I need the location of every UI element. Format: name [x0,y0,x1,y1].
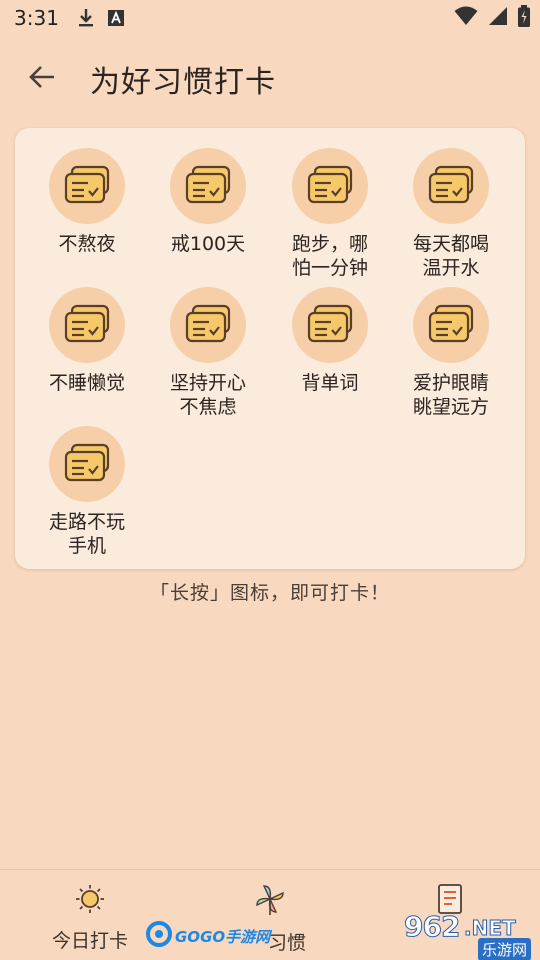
habit-icon-circle [49,148,125,224]
battery-charging-icon [518,4,530,32]
habit-icon-circle [49,426,125,502]
habit-icon-circle [413,287,489,363]
habit-item-warm-water[interactable]: 每天都喝温开水 [391,148,511,280]
nav-label: 今日打卡 [51,930,128,952]
long-press-hint: 「长按」图标，即可打卡！ [149,582,390,604]
gogo-logo-icon [146,921,172,951]
ticket-check-icon [62,163,112,209]
habit-label: 爱护眼睛眺望远方 [412,372,489,418]
sun-icon [75,884,105,918]
ticket-check-icon [183,163,233,209]
habit-item-no-sleep-in[interactable]: 不睡懒觉 [27,287,147,395]
download-icon [77,8,95,28]
habit-label: 跑步，哪怕一分钟 [291,233,368,279]
habit-icon-circle [170,148,246,224]
gogo-watermark: GOGO手游网 [146,921,271,951]
962-watermark: 962 .NET 乐游网 [400,908,540,960]
habit-label: 每天都喝温开水 [412,233,489,279]
ticket-check-icon [62,302,112,348]
habit-label: 走路不玩手机 [48,511,125,557]
habit-item-no-stay-up[interactable]: 不熬夜 [27,148,147,256]
habit-label: 不熬夜 [58,233,116,255]
habit-item-vocabulary[interactable]: 背单词 [270,287,390,395]
962-watermark-suffix: .NET [464,916,517,941]
ticket-check-icon [183,302,233,348]
habit-icon-circle [292,148,368,224]
habit-label: 坚持开心不焦虑 [169,372,246,418]
habit-icon-circle [292,287,368,363]
habit-icon-circle [170,287,246,363]
habit-item-eye-care[interactable]: 爱护眼睛眺望远方 [391,287,511,419]
habit-item-running[interactable]: 跑步，哪怕一分钟 [270,148,390,280]
962-watermark-number: 962 [403,910,460,944]
status-bar: 3:31 [0,0,540,36]
ticket-check-icon [62,441,112,487]
habit-item-stay-happy[interactable]: 坚持开心不焦虑 [148,287,268,419]
ticket-check-icon [305,163,355,209]
habit-item-abstain-100[interactable]: 戒100天 [148,148,268,256]
habit-label: 戒100天 [170,233,246,255]
gogo-watermark-text: GOGO手游网 [175,927,271,946]
arrow-left-icon [28,63,56,95]
962-watermark-cn: 乐游网 [478,938,532,960]
ticket-check-icon [426,163,476,209]
wifi-icon [454,6,478,31]
habit-icon-circle [49,287,125,363]
nav-label: 习惯 [267,932,306,954]
page-title: 为好习惯打卡 [90,65,276,100]
ticket-check-icon [426,302,476,348]
back-button[interactable] [14,51,70,107]
ticket-check-icon [305,302,355,348]
pinwheel-icon [254,884,286,920]
app-bar: 为好习惯打卡 [0,46,540,112]
habit-grid-card: 不熬夜 戒100天 跑步，哪怕一分钟 每天都喝温开水 不睡懒觉 坚持开心不焦虑 … [15,128,525,569]
status-time: 3:31 [14,6,59,30]
signal-icon [488,6,508,31]
habit-label: 背单词 [301,372,359,394]
a-box-icon [107,9,125,27]
habit-label: 不睡懒觉 [48,372,125,394]
habit-icon-circle [413,148,489,224]
habit-item-no-phone-walking[interactable]: 走路不玩手机 [27,426,147,558]
